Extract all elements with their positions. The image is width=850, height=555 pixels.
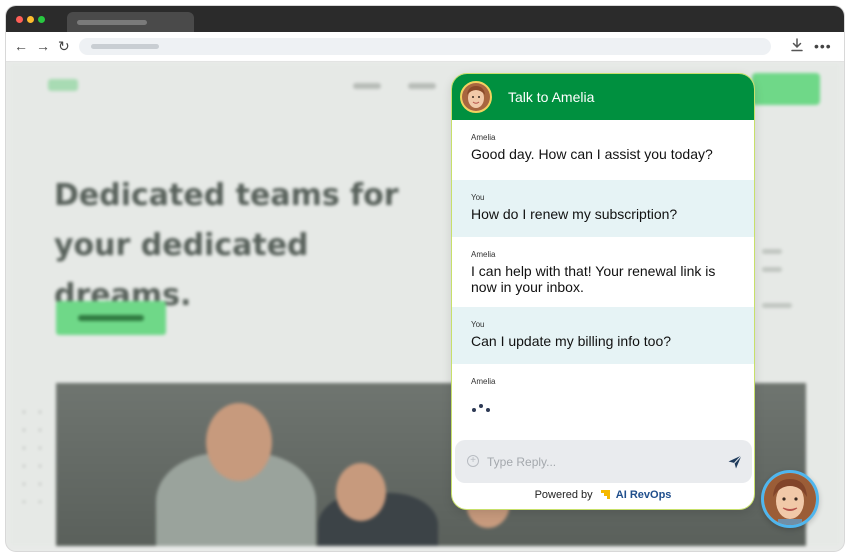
reply-input[interactable] — [487, 452, 717, 472]
message-sender: Amelia — [471, 133, 496, 142]
decorative-line — [762, 267, 782, 272]
message-text: How do I renew my subscription? — [471, 206, 678, 222]
forward-arrow-icon[interactable]: → — [36, 38, 50, 54]
more-menu-icon[interactable]: ••• — [814, 38, 832, 54]
chat-message: Amelia Good day. How can I assist you to… — [452, 120, 754, 180]
chat-launcher-avatar[interactable] — [761, 470, 819, 528]
message-text: I can help with that! Your renewal link … — [471, 263, 716, 295]
back-arrow-icon[interactable]: ← — [14, 38, 28, 54]
reload-icon[interactable]: ↻ — [58, 38, 70, 54]
plus-circle-icon[interactable]: + — [467, 455, 479, 467]
chat-title: Talk to Amelia — [508, 89, 595, 105]
typing-indicator — [472, 404, 496, 414]
decorative-dots — [16, 403, 46, 503]
message-text: Can I update my billing info too? — [471, 333, 672, 349]
agent-avatar — [460, 81, 492, 113]
browser-toolbar: ← → ↻ ••• — [6, 32, 844, 62]
decorative-line — [762, 249, 782, 254]
message-sender: Amelia — [471, 250, 496, 259]
message-sender: You — [471, 193, 485, 202]
close-window-button[interactable] — [16, 16, 23, 23]
chat-message: Amelia I can help with that! Your renewa… — [452, 237, 754, 307]
address-text — [91, 44, 159, 49]
chat-header: Talk to Amelia — [452, 74, 754, 120]
title-bar — [6, 6, 844, 32]
send-icon[interactable] — [727, 454, 743, 470]
brand-link[interactable]: AI RevOps — [616, 489, 672, 501]
hero-button — [56, 301, 166, 335]
chat-widget: Talk to Amelia Amelia Good day. How can … — [451, 73, 755, 510]
site-nav-item — [408, 83, 436, 89]
browser-tab[interactable] — [67, 12, 194, 32]
tab-title — [77, 20, 147, 25]
reply-bar: + — [455, 440, 752, 483]
powered-by-footer: Powered by AI RevOps — [452, 489, 754, 501]
chat-message: You How do I renew my subscription? — [452, 180, 754, 237]
decorative-line — [762, 303, 792, 308]
message-sender: Amelia — [471, 377, 496, 386]
site-nav-item — [353, 83, 381, 89]
minimize-window-button[interactable] — [27, 16, 34, 23]
typing-message: Amelia — [452, 364, 754, 434]
address-bar[interactable] — [79, 38, 771, 55]
brand-logo-icon — [600, 490, 610, 499]
chat-message: You Can I update my billing info too? — [452, 307, 754, 364]
hero-heading: Dedicated teams for your dedicated dream… — [54, 178, 399, 313]
maximize-window-button[interactable] — [38, 16, 45, 23]
download-icon[interactable] — [790, 38, 804, 55]
message-text: Good day. How can I assist you today? — [471, 146, 713, 162]
message-sender: You — [471, 320, 485, 329]
powered-by-text: Powered by — [534, 489, 593, 501]
site-cta-button — [752, 73, 820, 105]
site-logo — [48, 79, 78, 91]
